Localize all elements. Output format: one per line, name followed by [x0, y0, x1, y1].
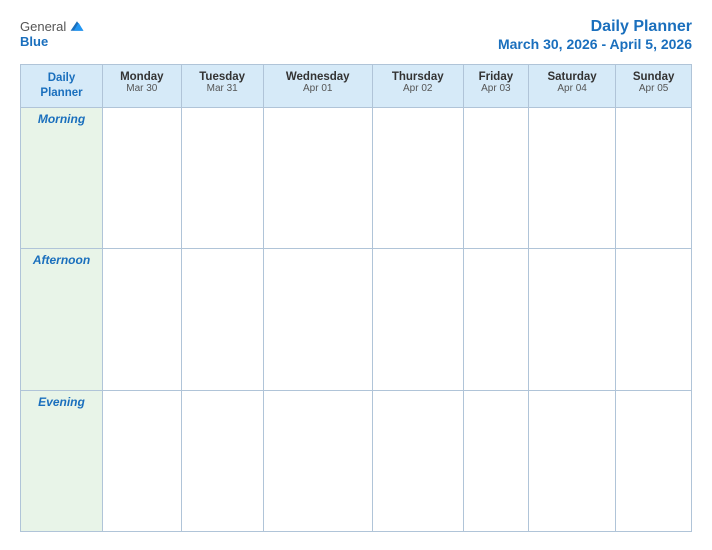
- morning-friday[interactable]: [463, 107, 528, 248]
- evening-saturday[interactable]: [528, 390, 615, 531]
- header-sunday: Sunday Apr 05: [616, 65, 692, 108]
- afternoon-tuesday[interactable]: [181, 249, 263, 390]
- morning-thursday[interactable]: [372, 107, 463, 248]
- afternoon-thursday[interactable]: [372, 249, 463, 390]
- header-monday: Monday Mar 30: [103, 65, 182, 108]
- evening-thursday[interactable]: [372, 390, 463, 531]
- logo-blue-text: Blue: [20, 34, 48, 49]
- logo-area: General Blue: [20, 18, 85, 49]
- top-header: General Blue Daily Planner March 30, 202…: [20, 18, 692, 52]
- morning-label: Morning: [21, 107, 103, 248]
- logo-icon: [69, 18, 85, 34]
- evening-friday[interactable]: [463, 390, 528, 531]
- morning-tuesday[interactable]: [181, 107, 263, 248]
- morning-wednesday[interactable]: [263, 107, 372, 248]
- logo-text: General: [20, 18, 85, 34]
- planner-title: Daily Planner: [498, 18, 692, 36]
- title-area: Daily Planner March 30, 2026 - April 5, …: [498, 18, 692, 52]
- afternoon-sunday[interactable]: [616, 249, 692, 390]
- header-thursday: Thursday Apr 02: [372, 65, 463, 108]
- header-wednesday: Wednesday Apr 01: [263, 65, 372, 108]
- afternoon-row: Afternoon: [21, 249, 692, 390]
- header-saturday: Saturday Apr 04: [528, 65, 615, 108]
- afternoon-saturday[interactable]: [528, 249, 615, 390]
- afternoon-monday[interactable]: [103, 249, 182, 390]
- evening-tuesday[interactable]: [181, 390, 263, 531]
- planner-table: Daily Planner Monday Mar 30 Tuesday Mar …: [20, 64, 692, 532]
- evening-row: Evening: [21, 390, 692, 531]
- evening-label: Evening: [21, 390, 103, 531]
- evening-monday[interactable]: [103, 390, 182, 531]
- afternoon-wednesday[interactable]: [263, 249, 372, 390]
- header-friday: Friday Apr 03: [463, 65, 528, 108]
- morning-monday[interactable]: [103, 107, 182, 248]
- morning-sunday[interactable]: [616, 107, 692, 248]
- morning-saturday[interactable]: [528, 107, 615, 248]
- afternoon-label: Afternoon: [21, 249, 103, 390]
- logo-general: General: [20, 19, 66, 34]
- header-daily-planner: Daily Planner: [21, 65, 103, 108]
- evening-wednesday[interactable]: [263, 390, 372, 531]
- table-header-row: Daily Planner Monday Mar 30 Tuesday Mar …: [21, 65, 692, 108]
- evening-sunday[interactable]: [616, 390, 692, 531]
- morning-row: Morning: [21, 107, 692, 248]
- planner-dates: March 30, 2026 - April 5, 2026: [498, 36, 692, 52]
- header-tuesday: Tuesday Mar 31: [181, 65, 263, 108]
- afternoon-friday[interactable]: [463, 249, 528, 390]
